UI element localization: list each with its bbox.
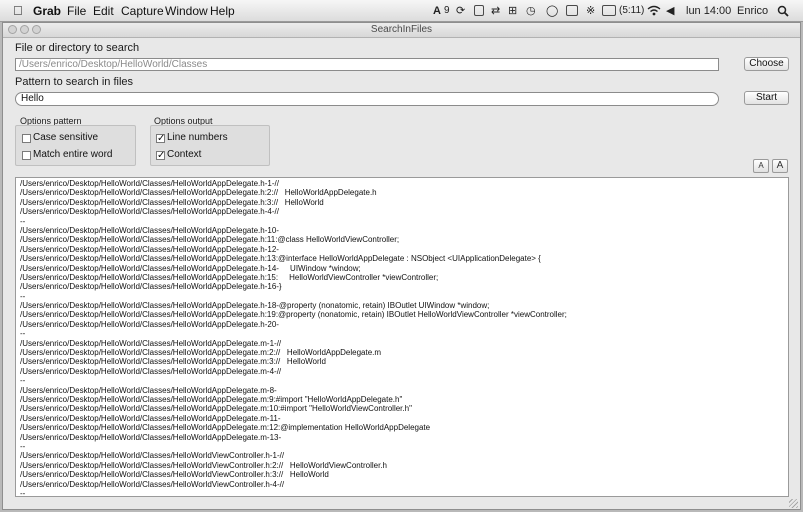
window-icon[interactable]: [474, 5, 484, 16]
decrease-font-icon: A: [758, 161, 764, 170]
line-numbers-label[interactable]: Line numbers: [167, 132, 228, 144]
increase-font-icon: A: [776, 160, 784, 171]
menu-app-name[interactable]: Grab: [33, 4, 61, 18]
decrease-font-button[interactable]: A: [753, 159, 769, 173]
menu-capture[interactable]: Capture: [121, 4, 164, 18]
result-line: /Users/enrico/Desktop/HelloWorld/Classes…: [20, 207, 279, 217]
directory-label: File or directory to search: [15, 42, 140, 54]
battery-icon[interactable]: [602, 5, 616, 16]
increase-font-button[interactable]: A: [772, 159, 788, 173]
result-line: /Users/enrico/Desktop/HelloWorld/Classes…: [20, 423, 431, 433]
result-line: --: [20, 376, 26, 386]
menu-help[interactable]: Help: [210, 4, 235, 18]
display-icon[interactable]: [566, 5, 578, 16]
menu-window[interactable]: Window: [165, 4, 208, 18]
volume-icon[interactable]: ◀: [666, 4, 674, 18]
adobe-icon[interactable]: A: [433, 4, 441, 18]
result-line: --: [20, 441, 26, 451]
result-line: /Users/enrico/Desktop/HelloWorld/Classes…: [20, 432, 282, 442]
result-line: /Users/enrico/Desktop/HelloWorld/Classes…: [20, 301, 490, 311]
context-label[interactable]: Context: [167, 149, 201, 161]
case-sensitive-label[interactable]: Case sensitive: [33, 132, 98, 144]
result-line: /Users/enrico/Desktop/HelloWorld/Classes…: [20, 263, 361, 273]
options-output-group: ✓ Line numbers ✓ Context: [150, 125, 270, 166]
start-button[interactable]: Start: [744, 91, 789, 105]
result-line: --: [20, 216, 26, 226]
result-line: /Users/enrico/Desktop/HelloWorld/Classes…: [20, 451, 285, 461]
result-line: /Users/enrico/Desktop/HelloWorld/Classes…: [20, 310, 567, 320]
directory-input[interactable]: /Users/enrico/Desktop/HelloWorld/Classes: [15, 58, 719, 71]
result-line: /Users/enrico/Desktop/HelloWorld/Classes…: [20, 197, 324, 207]
context-checkbox[interactable]: ✓: [156, 151, 165, 161]
line-numbers-checkbox[interactable]: ✓: [156, 134, 165, 144]
result-line: /Users/enrico/Desktop/HelloWorld/Classes…: [20, 225, 279, 235]
result-line: /Users/enrico/Desktop/HelloWorld/Classes…: [20, 319, 279, 329]
match-entire-word-label[interactable]: Match entire word: [33, 149, 112, 161]
menu-user[interactable]: Enrico: [737, 4, 768, 18]
result-line: /Users/enrico/Desktop/HelloWorld/Classes…: [20, 282, 282, 292]
menu-bar:  Grab File Edit Capture Window Help A 9…: [0, 0, 803, 22]
case-sensitive-checkbox[interactable]: [22, 134, 31, 143]
search-in-files-window: SearchInFiles File or directory to searc…: [2, 22, 801, 510]
grid-icon[interactable]: ⊞: [508, 4, 517, 18]
result-line: /Users/enrico/Desktop/HelloWorld/Classes…: [20, 366, 282, 376]
battery-time: (5:11): [619, 5, 645, 16]
result-line: /Users/enrico/Desktop/HelloWorld/Classes…: [20, 188, 377, 198]
result-line: /Users/enrico/Desktop/HelloWorld/Classes…: [20, 394, 403, 404]
bluetooth-icon[interactable]: ※: [586, 4, 595, 18]
window-titlebar[interactable]: SearchInFiles: [3, 23, 800, 38]
match-entire-word-checkbox[interactable]: [22, 151, 31, 160]
transfer-icon[interactable]: ⇄: [491, 4, 500, 18]
pattern-input[interactable]: Hello: [15, 92, 719, 106]
result-line: /Users/enrico/Desktop/HelloWorld/Classes…: [20, 460, 387, 470]
result-line: /Users/enrico/Desktop/HelloWorld/Classes…: [20, 348, 382, 358]
result-line: /Users/enrico/Desktop/HelloWorld/Classes…: [20, 470, 329, 480]
spotlight-search-icon[interactable]: [777, 5, 789, 17]
results-text-area[interactable]: /Users/enrico/Desktop/HelloWorld/Classes…: [15, 177, 789, 497]
result-line: /Users/enrico/Desktop/HelloWorld/Classes…: [20, 244, 279, 254]
options-pattern-group: Case sensitive Match entire word: [15, 125, 136, 166]
pattern-label: Pattern to search in files: [15, 76, 134, 88]
result-line: /Users/enrico/Desktop/HelloWorld/Classes…: [20, 272, 439, 282]
menu-edit[interactable]: Edit: [93, 4, 114, 18]
result-line: /Users/enrico/Desktop/HelloWorld/Classes…: [20, 235, 400, 245]
result-line: /Users/enrico/Desktop/HelloWorld/Classes…: [20, 385, 277, 395]
results-list: /Users/enrico/Desktop/HelloWorld/Classes…: [16, 178, 788, 497]
apple-menu-icon[interactable]: : [13, 3, 23, 18]
result-line: /Users/enrico/Desktop/HelloWorld/Classes…: [20, 338, 282, 348]
result-line: /Users/enrico/Desktop/HelloWorld/Classes…: [20, 179, 279, 188]
resize-grip-icon[interactable]: [789, 499, 798, 508]
adobe-badge: 9: [444, 5, 450, 16]
window-title: SearchInFiles: [370, 24, 433, 35]
result-line: /Users/enrico/Desktop/HelloWorld/Classes…: [20, 413, 281, 423]
choose-button[interactable]: Choose: [744, 57, 789, 71]
result-line: --: [20, 488, 26, 497]
result-line: /Users/enrico/Desktop/HelloWorld/Classes…: [20, 404, 412, 414]
result-line: --: [20, 329, 26, 339]
result-line: /Users/enrico/Desktop/HelloWorld/Classes…: [20, 357, 326, 367]
sync-icon[interactable]: ⟳: [456, 4, 465, 18]
menu-file[interactable]: File: [67, 4, 86, 18]
result-line: --: [20, 291, 26, 301]
result-line: /Users/enrico/Desktop/HelloWorld/Classes…: [20, 479, 285, 489]
menu-clock[interactable]: lun 14:00: [686, 4, 731, 18]
result-line: /Users/enrico/Desktop/HelloWorld/Classes…: [20, 254, 541, 264]
wifi-icon[interactable]: [647, 5, 661, 16]
time-machine-icon[interactable]: ◷: [526, 4, 536, 18]
chat-icon[interactable]: ◯: [546, 4, 558, 18]
